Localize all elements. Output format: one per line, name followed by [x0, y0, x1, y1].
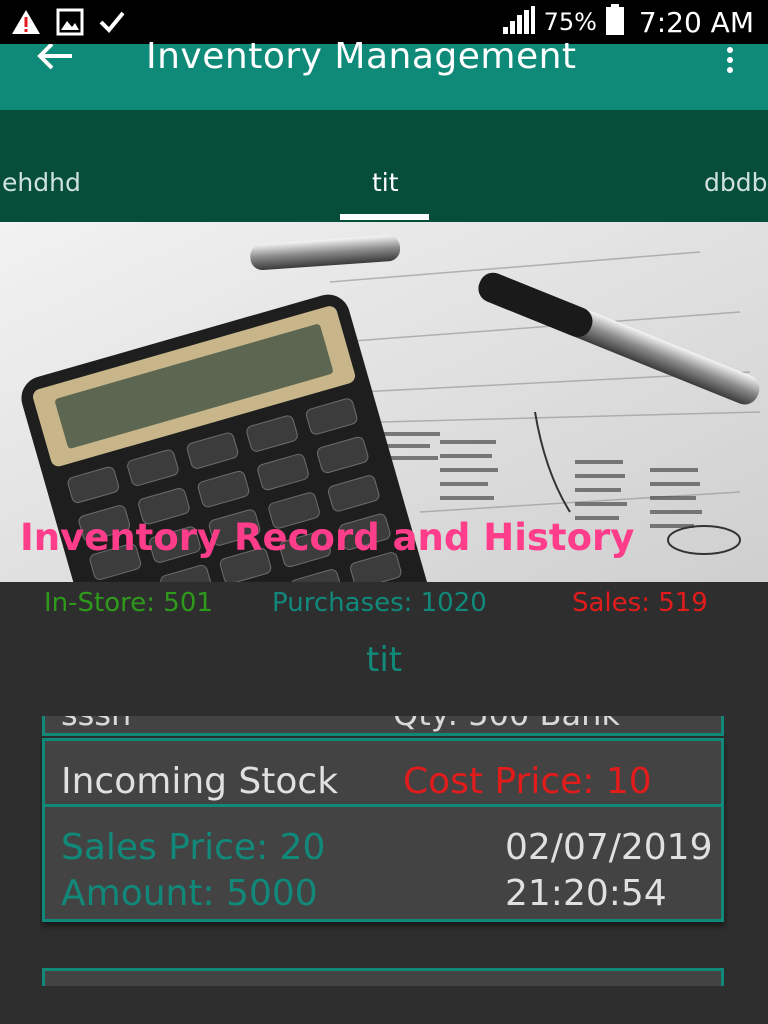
active-tab-indicator [340, 214, 429, 220]
page-title: Inventory Management [146, 36, 577, 77]
banner-image: Inventory Record and History [0, 222, 768, 582]
sales-price: Sales Price: 20 [61, 827, 326, 868]
card-divider [45, 804, 721, 807]
tab-ehdhd[interactable]: ehdhd [2, 168, 81, 197]
status-right: 75% 7:20 AM [502, 4, 754, 40]
record-type: Incoming Stock [61, 761, 339, 802]
app-toolbar: Inventory Management [0, 36, 768, 110]
record-list[interactable]: sssn Qty: 500 Bank Incoming Stock Cost P… [40, 716, 728, 986]
sales-count: Sales: 519 [572, 588, 708, 618]
record-date: 02/07/2019 [505, 827, 713, 868]
battery-percent: 75% [543, 8, 597, 36]
cost-price: Cost Price: 10 [403, 761, 652, 802]
image-icon [56, 8, 84, 40]
record-time: 21:20:54 [505, 873, 667, 914]
app-screen: 75% 7:20 AM Inventory Management ehdhd t… [0, 0, 768, 1024]
tab-tit[interactable]: tit [372, 168, 399, 197]
tab-dbdb[interactable]: dbdb [704, 168, 767, 197]
purchases-count: Purchases: 1020 [272, 588, 487, 618]
arrow-left-icon [36, 42, 76, 76]
in-store-count: In-Store: 501 [44, 588, 213, 618]
warning-icon [10, 8, 42, 40]
status-left-icons [10, 8, 126, 40]
list-item[interactable] [42, 968, 724, 986]
prev-item-qty: Qty: 500 Bank [393, 716, 620, 733]
amount: Amount: 5000 [61, 873, 318, 914]
check-icon [98, 8, 126, 40]
more-options-button[interactable] [722, 46, 738, 74]
banner-title: Inventory Record and History [20, 516, 635, 559]
battery-icon [605, 4, 625, 40]
tab-bar: ehdhd tit dbdb [0, 110, 768, 222]
prev-item-name: sssn [61, 716, 131, 733]
signal-icon [502, 5, 536, 39]
section-label: tit [366, 640, 403, 680]
back-button[interactable] [36, 42, 76, 72]
summary-stats: In-Store: 501 Purchases: 1020 Sales: 519 [0, 582, 768, 626]
more-vert-icon [722, 47, 738, 78]
list-item[interactable]: Incoming Stock Cost Price: 10 Sales Pric… [42, 738, 724, 922]
status-time: 7:20 AM [638, 5, 754, 39]
list-item[interactable]: sssn Qty: 500 Bank [42, 716, 724, 736]
